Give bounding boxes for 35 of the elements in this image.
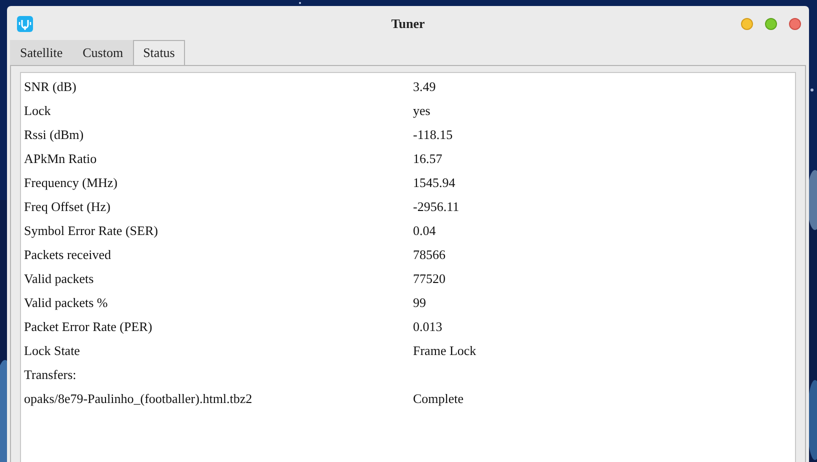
row-label: Rssi (dBm) bbox=[23, 127, 85, 143]
row-label: APkMn Ratio bbox=[23, 151, 98, 167]
tab[interactable]: Satellite bbox=[10, 40, 73, 65]
row-label: Packet Error Rate (PER) bbox=[23, 319, 154, 335]
row-label: Valid packets % bbox=[23, 295, 109, 311]
minimize-button[interactable] bbox=[741, 18, 753, 30]
row-value: 78566 bbox=[413, 247, 446, 263]
row-label: Symbol Error Rate (SER) bbox=[23, 223, 159, 239]
window-title: Tuner bbox=[391, 16, 425, 32]
row-label: Frequency (MHz) bbox=[23, 175, 118, 191]
row-value: -2956.11 bbox=[413, 199, 460, 215]
tab[interactable]: Custom bbox=[72, 40, 134, 65]
row-label: Lock State bbox=[23, 343, 81, 359]
row-value: -118.15 bbox=[413, 127, 453, 143]
row-value: 0.013 bbox=[413, 319, 442, 335]
tab[interactable]: Status bbox=[133, 40, 185, 65]
row-label: Lock bbox=[23, 103, 52, 119]
row-value: 0.04 bbox=[413, 223, 436, 239]
row-label: opaks/8e79-Paulinho_(footballer).html.tbz2 bbox=[23, 391, 254, 407]
row-label: Freq Offset (Hz) bbox=[23, 199, 112, 215]
row-value: 16.57 bbox=[413, 151, 442, 167]
maximize-button[interactable] bbox=[765, 18, 777, 30]
row-value: Complete bbox=[413, 391, 464, 407]
tuning-fork-icon bbox=[17, 16, 33, 32]
row-value: 1545.94 bbox=[413, 175, 456, 191]
row-value: yes bbox=[413, 103, 430, 119]
row-label: SNR (dB) bbox=[23, 79, 78, 95]
row-label: Valid packets bbox=[23, 271, 95, 287]
row-value: 3.49 bbox=[413, 79, 436, 95]
row-label: Packets received bbox=[23, 247, 112, 263]
close-button[interactable] bbox=[789, 18, 801, 30]
row-label: Transfers: bbox=[23, 367, 78, 383]
row-value: Frame Lock bbox=[413, 343, 476, 359]
row-value: 99 bbox=[413, 295, 426, 311]
row-value: 77520 bbox=[413, 271, 446, 287]
